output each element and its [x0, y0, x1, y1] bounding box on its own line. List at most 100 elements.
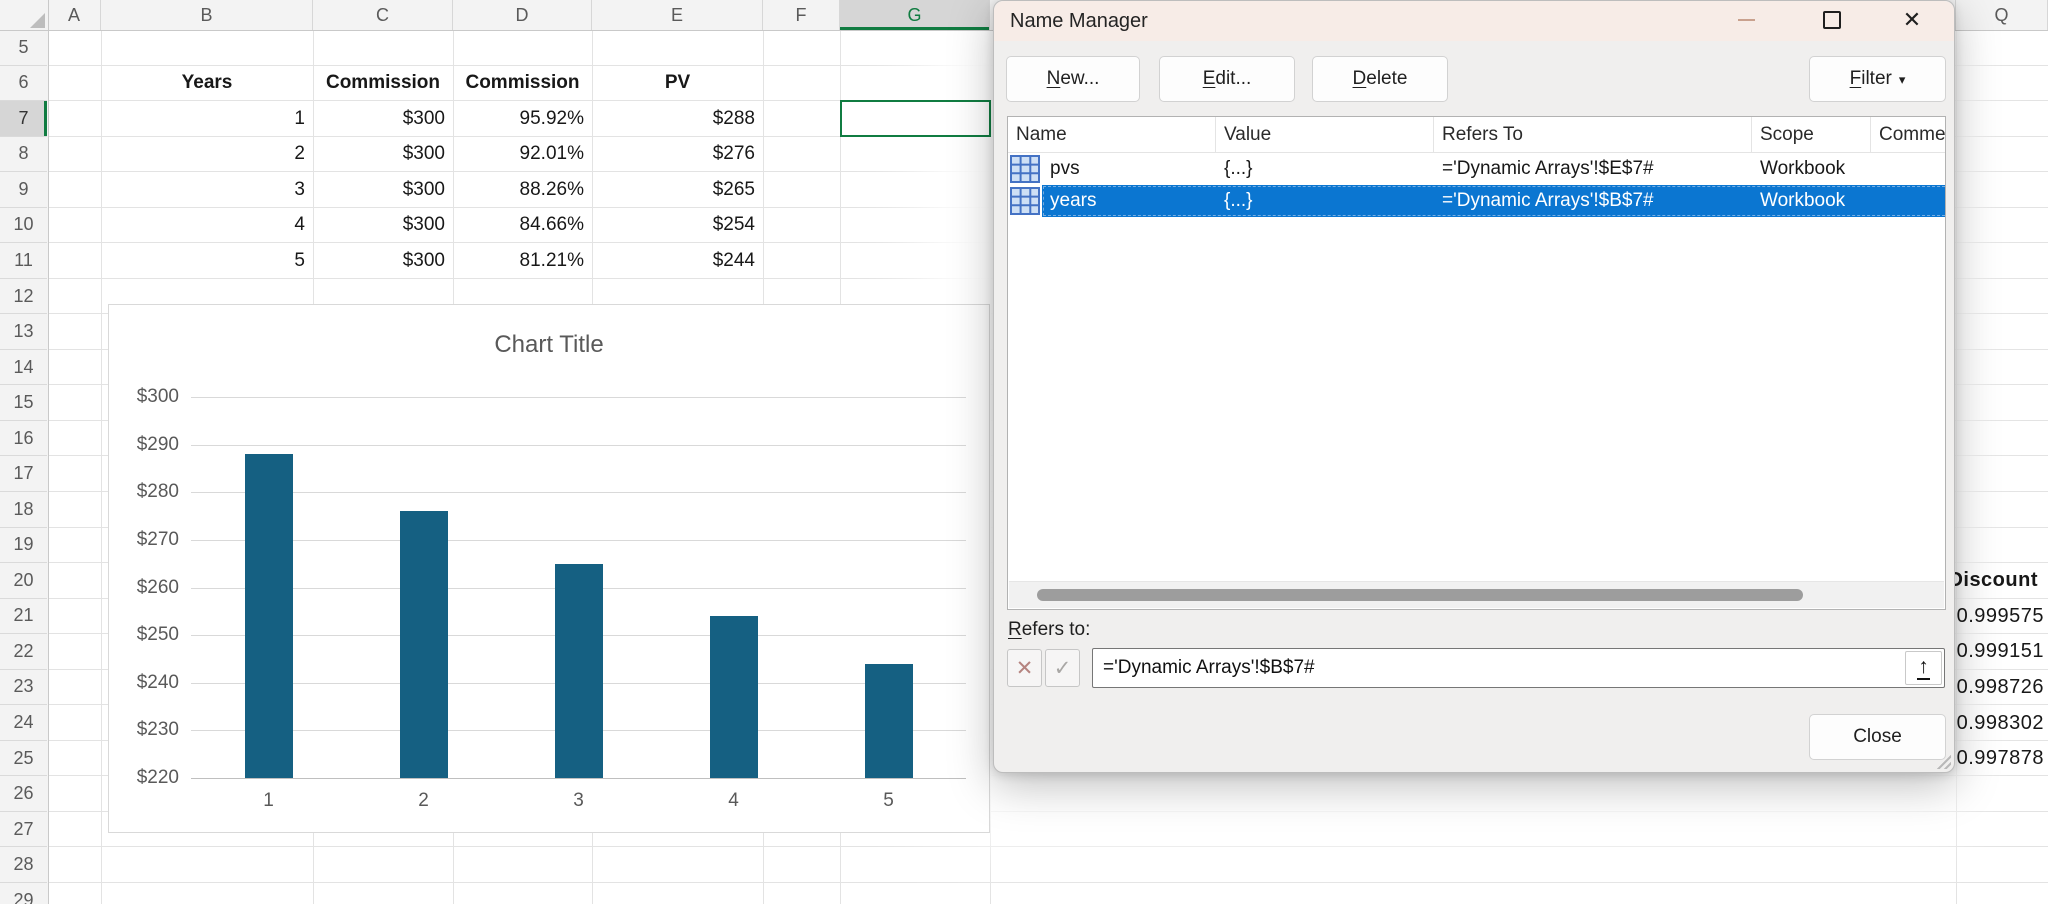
close-button[interactable]: Close	[1809, 714, 1946, 760]
selected-cell-G7[interactable]	[840, 100, 991, 137]
row-header-29[interactable]: 29	[0, 883, 47, 904]
edit-button[interactable]: Edit...	[1159, 56, 1295, 102]
select-all-corner[interactable]	[0, 0, 49, 31]
row-header-18[interactable]: 18	[0, 492, 47, 528]
cell-B9[interactable]: 3	[101, 172, 313, 208]
row-header-26[interactable]: 26	[0, 776, 47, 812]
cell-D6[interactable]: Commission	[453, 66, 592, 102]
name-cell: pvs	[1042, 158, 1216, 180]
maximize-button[interactable]	[1810, 1, 1854, 39]
cell-B10[interactable]: 4	[101, 208, 313, 244]
cell-C8[interactable]: $300	[313, 137, 453, 173]
minimize-icon	[1738, 19, 1755, 21]
row-header-23[interactable]: 23	[0, 670, 47, 706]
name-list-item[interactable]: pvs {...} ='Dynamic Arrays'!$E$7# Workbo…	[1008, 153, 1945, 185]
cancel-button[interactable]: ✕	[1007, 649, 1042, 687]
row-header-8[interactable]: 8	[0, 137, 47, 173]
row-header-19[interactable]: 19	[0, 528, 47, 564]
bar-3[interactable]	[555, 564, 603, 778]
collapse-dialog-icon: ↑	[1918, 656, 1929, 677]
column-header-F[interactable]: F	[763, 0, 840, 30]
delete-button[interactable]: Delete	[1312, 56, 1448, 102]
name-manager-dialog: Name Manager ✕ New... Edit... Delete Fil…	[993, 0, 1955, 773]
cell-B6[interactable]: Years	[101, 66, 313, 102]
column-header-C[interactable]: C	[313, 0, 453, 30]
cell-C6[interactable]: Commission	[313, 66, 453, 102]
cell-C10[interactable]: $300	[313, 208, 453, 244]
column-header-B[interactable]: B	[101, 0, 313, 30]
row-header-17[interactable]: 17	[0, 456, 47, 492]
pv-bar-chart[interactable]: Chart Title $300$290$280$270$260$250$240…	[108, 304, 990, 833]
names-list[interactable]: NameValueRefers ToScopeComment pvs {...}…	[1007, 116, 1946, 610]
row-header-6[interactable]: 6	[0, 66, 47, 102]
list-column-header-name[interactable]: Name	[1008, 117, 1216, 152]
list-column-header-comment[interactable]: Comment	[1871, 117, 1946, 152]
cell-D10[interactable]: 84.66%	[453, 208, 592, 244]
minimize-button[interactable]	[1724, 1, 1768, 39]
row-header-12[interactable]: 12	[0, 279, 47, 315]
y-axis-tick-label: $230	[109, 719, 179, 741]
column-header-Q[interactable]: Q	[1955, 0, 2048, 30]
row-header-strip: 5678910111213141516171819202122232425262…	[0, 30, 49, 904]
row-header-5[interactable]: 5	[0, 30, 47, 66]
cell-B8[interactable]: 2	[101, 137, 313, 173]
list-column-header-value[interactable]: Value	[1216, 117, 1434, 152]
close-window-button[interactable]: ✕	[1890, 1, 1934, 39]
filter-button[interactable]: Filter ▾	[1809, 56, 1946, 102]
name-list-item[interactable]: years {...} ='Dynamic Arrays'!$B$7# Work…	[1008, 185, 1945, 217]
bar-5[interactable]	[865, 664, 913, 778]
row-header-24[interactable]: 24	[0, 705, 47, 741]
row-header-22[interactable]: 22	[0, 634, 47, 670]
row-header-11[interactable]: 11	[0, 243, 47, 279]
list-column-header-scope[interactable]: Scope	[1752, 117, 1871, 152]
column-header-E[interactable]: E	[592, 0, 763, 30]
column-header-D[interactable]: D	[453, 0, 592, 30]
row-header-20[interactable]: 20	[0, 563, 47, 599]
collapse-dialog-button[interactable]: ↑	[1905, 651, 1942, 685]
cell-B11[interactable]: 5	[101, 243, 313, 279]
cell-D9[interactable]: 88.26%	[453, 172, 592, 208]
row-header-13[interactable]: 13	[0, 314, 47, 350]
cell-C9[interactable]: $300	[313, 172, 453, 208]
column-header-A[interactable]: A	[48, 0, 101, 30]
row-header-28[interactable]: 28	[0, 847, 47, 883]
horizontal-scrollbar[interactable]	[1009, 581, 1944, 608]
cell-D7[interactable]: 95.92%	[453, 101, 592, 137]
column-header-G[interactable]: G	[840, 0, 990, 30]
named-range-icon	[1008, 185, 1042, 217]
refers-to-value: ='Dynamic Arrays'!$B$7#	[1093, 657, 1315, 679]
cell-D8[interactable]: 92.01%	[453, 137, 592, 173]
confirm-button[interactable]: ✓	[1045, 649, 1080, 687]
y-axis-tick-label: $300	[109, 386, 179, 408]
row-header-10[interactable]: 10	[0, 208, 47, 244]
cell-E10[interactable]: $254	[592, 208, 763, 244]
row-header-27[interactable]: 27	[0, 812, 47, 848]
chart-gridline	[191, 540, 966, 541]
bar-2[interactable]	[400, 511, 448, 778]
cell-D11[interactable]: 81.21%	[453, 243, 592, 279]
row-header-16[interactable]: 16	[0, 421, 47, 457]
cancel-icon: ✕	[1016, 656, 1034, 681]
refers-to-input[interactable]: ='Dynamic Arrays'!$B$7# ↑	[1092, 648, 1945, 688]
row-header-21[interactable]: 21	[0, 599, 47, 635]
cell-B7[interactable]: 1	[101, 101, 313, 137]
cell-E11[interactable]: $244	[592, 243, 763, 279]
cell-E7[interactable]: $288	[592, 101, 763, 137]
row-header-9[interactable]: 9	[0, 172, 47, 208]
row-header-15[interactable]: 15	[0, 385, 47, 421]
row-header-7[interactable]: 7	[0, 101, 47, 137]
chart-title[interactable]: Chart Title	[109, 331, 989, 359]
gridline-column	[990, 30, 991, 904]
list-column-header-refers-to[interactable]: Refers To	[1434, 117, 1752, 152]
cell-C11[interactable]: $300	[313, 243, 453, 279]
new-button[interactable]: New...	[1006, 56, 1140, 102]
cell-C7[interactable]: $300	[313, 101, 453, 137]
row-header-25[interactable]: 25	[0, 741, 47, 777]
row-header-14[interactable]: 14	[0, 350, 47, 386]
cell-E6[interactable]: PV	[592, 66, 763, 102]
cell-E9[interactable]: $265	[592, 172, 763, 208]
scrollbar-thumb[interactable]	[1037, 589, 1803, 601]
bar-1[interactable]	[245, 454, 293, 778]
cell-E8[interactable]: $276	[592, 137, 763, 173]
bar-4[interactable]	[710, 616, 758, 778]
